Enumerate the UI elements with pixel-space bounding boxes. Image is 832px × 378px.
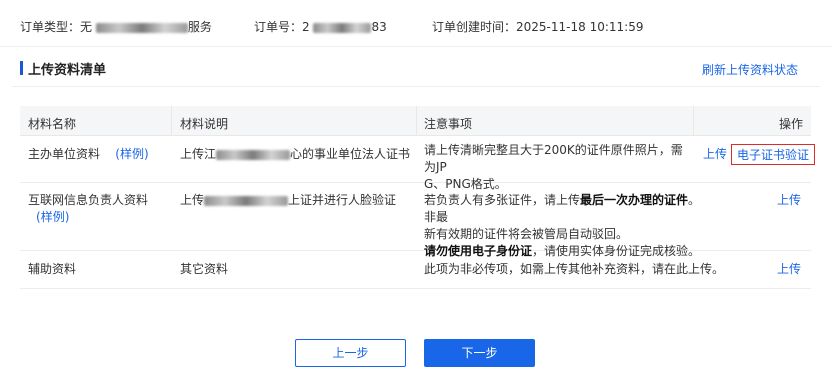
next-step-button[interactable]: 下一步 bbox=[424, 339, 535, 367]
notes-bold-a: 最后一次办理的证件 bbox=[580, 193, 689, 207]
header-material-name: 材料名称 bbox=[28, 117, 77, 131]
table-header: 材料名称 材料说明 注意事项 操作 bbox=[20, 106, 811, 136]
row-material-desc: 其它资料 bbox=[180, 262, 229, 276]
order-number-label: 订单号： bbox=[254, 20, 303, 34]
example-link[interactable]: 样例 bbox=[41, 210, 65, 224]
header-column-divider bbox=[416, 106, 417, 136]
row-notes: 此项为非必传项，如需上传其他补充资料，请在此上传。 bbox=[424, 262, 725, 276]
upload-button[interactable]: 上传 bbox=[777, 261, 801, 278]
upload-materials-table: 材料名称 材料说明 注意事项 操作 主办单位资料 (样例) 上传江 心的事业单位法… bbox=[20, 106, 816, 289]
desc-suffix: 心的事业单位法人证书 bbox=[290, 147, 411, 161]
row-material-desc: 上传江 心的事业单位法人证书 bbox=[180, 146, 410, 163]
row-material-name: 辅助资料 bbox=[28, 262, 77, 276]
top-divider bbox=[0, 46, 832, 47]
electronic-certificate-verify-button[interactable]: 电子证书验证 bbox=[731, 144, 816, 165]
row-notes: 若负责人有多张证件，请上传最后一次办理的证件。非最 新有效期的证件将会被管局自动… bbox=[424, 192, 706, 260]
order-created-value: 2025-11-18 10:11:59 bbox=[516, 20, 644, 34]
order-type-prefix: 无 bbox=[80, 20, 93, 34]
notes-line-2: 新有效期的证件将会被管局自动驳回。 bbox=[424, 227, 629, 241]
row-material-name: 主办单位资料 (样例) bbox=[28, 146, 149, 163]
example-link[interactable]: 样例 bbox=[120, 147, 144, 161]
row-material-desc: 上传 上证并进行人脸验证 bbox=[180, 192, 396, 209]
order-info-bar: 订单类型：无 服务 订单号：2 83 订单创建时间：2025-11-18 10:… bbox=[0, 0, 832, 46]
notes-part-a: 若负责人有多张证件，请上传 bbox=[424, 193, 581, 207]
header-notes: 注意事项 bbox=[424, 117, 473, 131]
section-title: 上传资料清单 bbox=[28, 63, 107, 78]
desc-prefix: 上传江 bbox=[180, 147, 217, 161]
desc-redacted bbox=[204, 195, 289, 206]
table-row: 主办单位资料 (样例) 上传江 心的事业单位法人证书 请上传清晰完整且大于200K… bbox=[20, 136, 816, 191]
upload-button[interactable]: 上传 bbox=[777, 192, 801, 209]
header-column-divider bbox=[693, 106, 694, 136]
material-name-text: 主办单位资料 bbox=[28, 147, 101, 161]
material-name-text: 互联网信息负责人资料 bbox=[28, 193, 149, 207]
order-number-prefix: 2 bbox=[302, 20, 310, 34]
order-number: 订单号：2 83 bbox=[254, 18, 387, 35]
desc-prefix: 上传 bbox=[180, 193, 205, 207]
example-link-label: 样例 bbox=[119, 147, 144, 161]
order-created-label: 订单创建时间： bbox=[432, 20, 517, 34]
order-number-redacted bbox=[313, 22, 372, 33]
example-wrapper: (样例) bbox=[28, 209, 148, 226]
order-type-redacted bbox=[95, 22, 188, 33]
example-paren-close: ) bbox=[143, 147, 149, 161]
section-divider bbox=[12, 86, 820, 87]
header-column-divider bbox=[171, 106, 172, 136]
example-link-label: 样例 bbox=[40, 210, 65, 224]
table-row: 互联网信息负责人资料 (样例) 上传 上证并进行人脸验证 若负责人有多张证件，请上… bbox=[20, 183, 811, 258]
order-type: 订单类型：无 服务 bbox=[20, 18, 212, 35]
order-number-suffix: 83 bbox=[371, 20, 387, 34]
table-row: 辅助资料 其它资料 此项为非必传项，如需上传其他补充资料，请在此上传。 上传 bbox=[20, 251, 811, 289]
order-type-label: 订单类型： bbox=[20, 20, 81, 34]
previous-step-button[interactable]: 上一步 bbox=[295, 339, 406, 367]
desc-redacted bbox=[216, 149, 291, 160]
header-action: 操作 bbox=[778, 117, 803, 131]
order-created-time: 订单创建时间：2025-11-18 10:11:59 bbox=[432, 18, 643, 35]
header-material-desc: 材料说明 bbox=[180, 117, 229, 131]
example-paren-close: ) bbox=[64, 210, 70, 224]
desc-suffix: 上证并进行人脸验证 bbox=[288, 193, 397, 207]
upload-button[interactable]: 上传 bbox=[703, 146, 727, 163]
notes-line-1: 若负责人有多张证件，请上传最后一次办理的证件。非最 bbox=[424, 192, 706, 226]
section-accent-bar bbox=[20, 61, 23, 75]
order-type-suffix: 服务 bbox=[187, 20, 212, 34]
refresh-upload-status-link[interactable]: 刷新上传资料状态 bbox=[702, 61, 798, 78]
notes-line-1: 请上传清晰完整且大于200K的证件原件照片，需为JP bbox=[424, 143, 683, 174]
row-material-name: 互联网信息负责人资料 (样例) bbox=[28, 192, 148, 226]
